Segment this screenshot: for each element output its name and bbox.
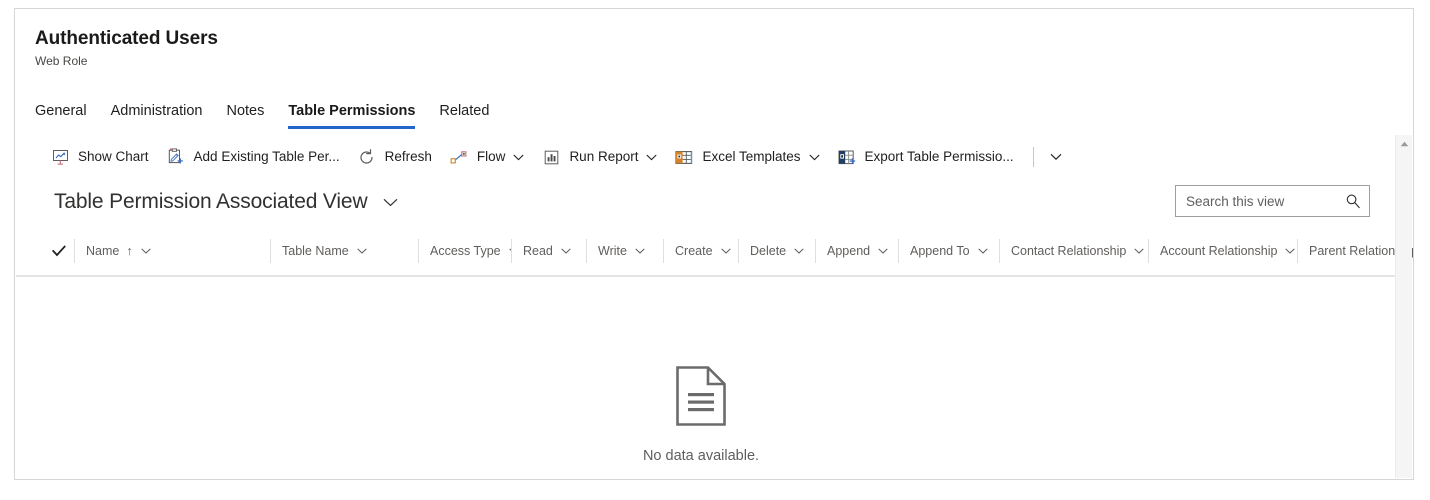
chevron-down-icon[interactable] xyxy=(720,248,731,254)
tab-general-label: General xyxy=(35,103,87,119)
export-table-permissions-label: Export Table Permissio... xyxy=(864,149,1014,164)
no-data-document-icon xyxy=(675,365,727,432)
column-header-delete-label: Delete xyxy=(750,243,787,258)
column-header-table-name[interactable]: Table Name xyxy=(270,239,418,263)
tab-table-permissions[interactable]: Table Permissions xyxy=(276,102,427,129)
chevron-down-icon[interactable] xyxy=(513,154,525,161)
column-header-delete[interactable]: Delete xyxy=(738,239,815,263)
search-box[interactable] xyxy=(1175,185,1370,217)
column-header-name[interactable]: Name ↑ xyxy=(74,239,270,263)
tab-administration-label: Administration xyxy=(110,103,203,119)
command-bar: Show Chart Add Existing Table Per... Ref… xyxy=(16,135,1412,179)
column-header-contact-relationship[interactable]: Contact Relationship xyxy=(999,239,1148,263)
command-bar-divider xyxy=(1032,147,1034,167)
chevron-down-icon[interactable] xyxy=(808,154,820,161)
grid-column-header-row: Name ↑ Table Name Access Type Read Write… xyxy=(16,239,1413,263)
flow-button[interactable]: Flow xyxy=(441,139,534,175)
column-header-account-relationship-label: Account Relationship xyxy=(1160,243,1278,258)
column-header-append-label: Append xyxy=(827,243,871,258)
column-header-write-label: Write xyxy=(598,243,627,258)
sort-ascending-icon: ↑ xyxy=(126,243,133,258)
flow-icon xyxy=(450,148,468,166)
chevron-down-icon[interactable] xyxy=(635,248,645,254)
run-report-button[interactable]: Run Report xyxy=(533,139,666,175)
column-header-name-label: Name xyxy=(86,243,120,258)
form-tab-strip: General Administration Notes Table Permi… xyxy=(35,93,501,129)
column-header-create-label: Create xyxy=(675,243,713,258)
chevron-down-icon[interactable] xyxy=(383,198,398,207)
app-root: Authenticated Users Web Role General Adm… xyxy=(0,0,1430,500)
chevron-down-icon xyxy=(1050,148,1062,166)
column-header-contact-relationship-label: Contact Relationship xyxy=(1011,243,1127,258)
select-all-checkbox[interactable] xyxy=(52,245,74,257)
no-data-message: No data available. xyxy=(642,448,760,464)
record-subtitle: Web Role xyxy=(35,54,88,68)
show-chart-label: Show Chart xyxy=(78,149,149,164)
view-selector[interactable]: Table Permission Associated View xyxy=(54,183,398,221)
chevron-down-icon[interactable] xyxy=(357,248,367,254)
chevron-down-icon[interactable] xyxy=(140,248,151,254)
search-input[interactable] xyxy=(1186,193,1341,209)
add-existing-table-permission-label: Add Existing Table Per... xyxy=(193,149,340,164)
tab-table-permissions-label: Table Permissions xyxy=(288,103,416,119)
refresh-icon xyxy=(358,148,376,166)
column-header-access-type-label: Access Type xyxy=(430,243,501,258)
show-chart-button[interactable]: Show Chart xyxy=(42,139,158,175)
empty-state: No data available. xyxy=(16,365,1386,466)
run-report-label: Run Report xyxy=(569,149,639,164)
form-header: Authenticated Users Web Role xyxy=(15,9,1413,69)
column-header-read-label: Read xyxy=(523,243,553,258)
column-header-append[interactable]: Append xyxy=(815,239,898,263)
show-chart-icon xyxy=(51,148,69,166)
chevron-down-icon[interactable] xyxy=(878,248,888,254)
chevron-down-icon[interactable] xyxy=(977,248,988,254)
excel-templates-label: Excel Templates xyxy=(702,149,801,164)
chevron-down-icon[interactable] xyxy=(1134,248,1145,254)
scrollbar-up-arrow-icon[interactable] xyxy=(1396,135,1412,152)
column-header-append-to[interactable]: Append To xyxy=(898,239,999,263)
vertical-scrollbar[interactable] xyxy=(1395,135,1412,478)
column-header-table-name-label: Table Name xyxy=(282,243,349,258)
column-header-read[interactable]: Read xyxy=(511,239,586,263)
column-header-create[interactable]: Create xyxy=(663,239,738,263)
record-form-card: Authenticated Users Web Role General Adm… xyxy=(14,8,1414,480)
excel-templates-button[interactable]: Excel Templates xyxy=(666,139,828,175)
export-excel-icon xyxy=(838,148,856,166)
flow-label: Flow xyxy=(476,149,506,164)
column-header-account-relationship[interactable]: Account Relationship xyxy=(1148,239,1297,263)
chevron-down-icon[interactable] xyxy=(794,248,804,254)
chevron-down-icon[interactable] xyxy=(646,154,658,161)
chevron-down-icon[interactable] xyxy=(561,248,571,254)
column-header-write[interactable]: Write xyxy=(586,239,663,263)
table-permissions-subgrid: Show Chart Add Existing Table Per... Ref… xyxy=(16,135,1413,478)
tab-notes[interactable]: Notes xyxy=(214,102,276,129)
chevron-down-icon[interactable] xyxy=(1285,248,1296,254)
refresh-button[interactable]: Refresh xyxy=(349,139,441,175)
tab-notes-label: Notes xyxy=(226,103,265,119)
tab-related-label: Related xyxy=(439,103,490,119)
tab-related[interactable]: Related xyxy=(427,102,501,129)
grid-body: No data available. xyxy=(16,277,1412,478)
tab-administration[interactable]: Administration xyxy=(99,102,215,129)
command-bar-overflow-button[interactable] xyxy=(1040,139,1072,175)
export-table-permissions-button[interactable]: Export Table Permissio... xyxy=(829,139,1023,175)
view-title: Table Permission Associated View xyxy=(54,190,368,213)
page-title: Authenticated Users xyxy=(35,28,218,49)
view-row: Table Permission Associated View xyxy=(16,183,1412,225)
add-existing-record-icon xyxy=(167,148,185,166)
run-report-icon xyxy=(542,148,560,166)
refresh-label: Refresh xyxy=(384,149,432,164)
add-existing-table-permission-button[interactable]: Add Existing Table Per... xyxy=(158,139,349,175)
search-icon[interactable] xyxy=(1345,193,1361,209)
excel-templates-icon xyxy=(675,148,693,166)
column-header-access-type[interactable]: Access Type xyxy=(418,239,511,263)
column-header-append-to-label: Append To xyxy=(910,243,970,258)
tab-general[interactable]: General xyxy=(35,102,99,129)
